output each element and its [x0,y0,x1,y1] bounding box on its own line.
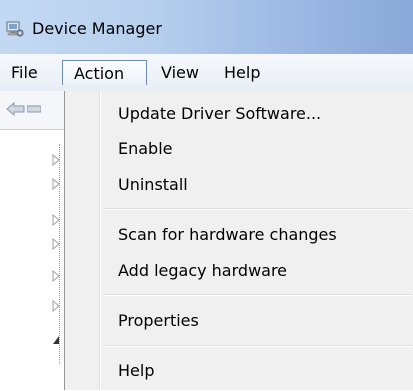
menu-gutter-divider [99,91,101,390]
menu-help[interactable]: Help [217,60,267,85]
menu-file[interactable]: File [4,60,45,85]
menu-action[interactable]: Action [62,60,147,85]
forward-arrow-icon[interactable] [26,101,42,117]
menu-item-scan-hardware[interactable]: Scan for hardware changes [118,221,337,249]
menu-item-properties[interactable]: Properties [118,307,199,335]
expand-triangle-icon[interactable] [52,178,60,190]
collapse-triangle-icon[interactable] [52,334,60,346]
action-dropdown-menu: Update Driver Software... Enable Uninsta… [64,91,413,390]
menu-item-add-legacy-hardware[interactable]: Add legacy hardware [118,257,287,285]
menu-bar: File Action View Help [0,54,413,92]
menu-separator [103,294,411,296]
menu-item-help[interactable]: Help [118,357,154,385]
menu-icon-gutter [65,91,99,390]
expand-triangle-icon[interactable] [52,214,60,226]
expand-triangle-icon[interactable] [52,270,60,282]
device-manager-icon [6,20,24,38]
menu-item-uninstall[interactable]: Uninstall [118,171,188,199]
menu-item-enable[interactable]: Enable [118,135,173,163]
menu-item-update-driver[interactable]: Update Driver Software... [118,100,321,128]
expand-triangle-icon[interactable] [52,154,60,166]
title-bar[interactable]: Device Manager [0,0,413,54]
back-arrow-icon[interactable] [6,101,26,117]
menu-view[interactable]: View [154,60,206,85]
device-tree[interactable] [0,129,70,391]
window-title: Device Manager [32,19,162,38]
menu-separator [103,208,411,210]
device-manager-window: Device Manager File Action View Help Upd… [0,0,413,391]
expand-triangle-icon[interactable] [52,300,60,312]
expand-triangle-icon[interactable] [52,238,60,250]
tree-connector-line [59,144,60,364]
menu-separator [103,345,411,347]
